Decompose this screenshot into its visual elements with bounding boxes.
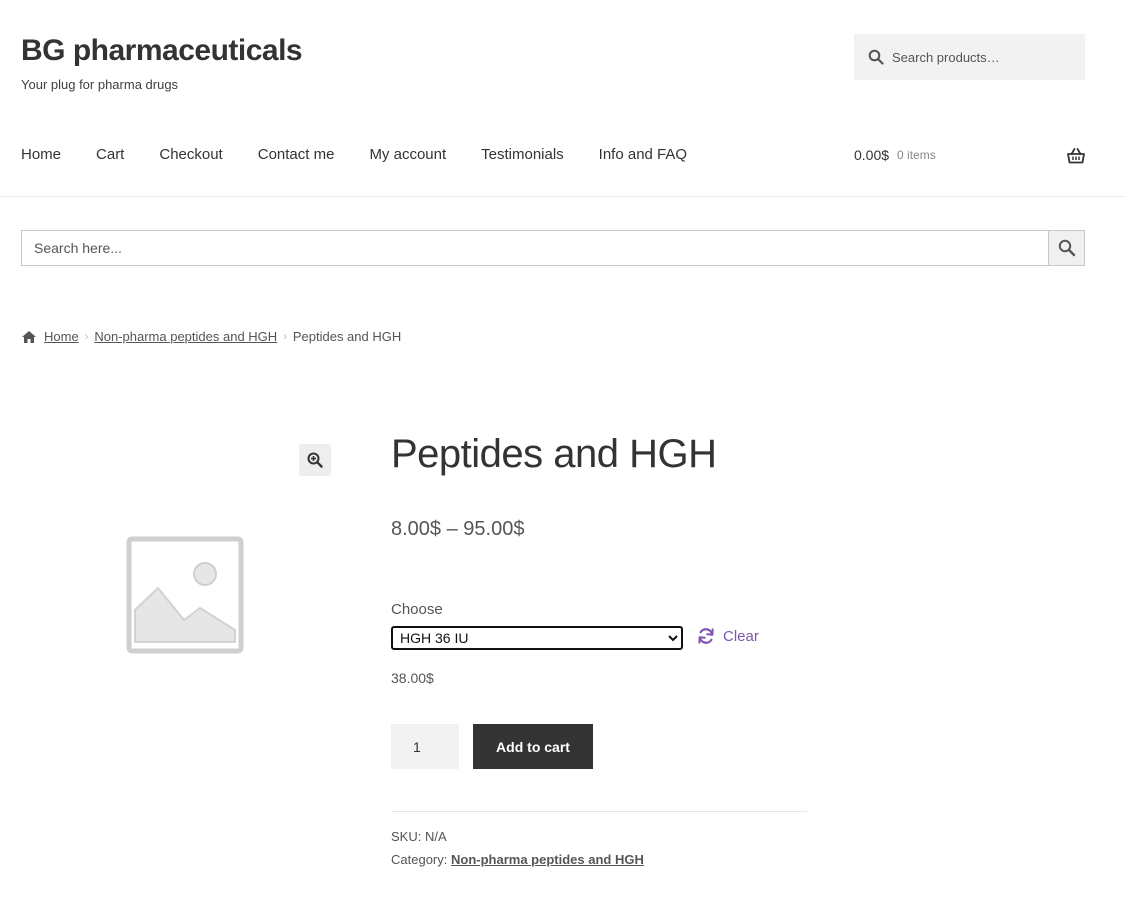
cart-summary[interactable]: 0.00$ 0 items [854, 147, 1085, 165]
breadcrumb-current: Peptides and HGH [292, 329, 402, 344]
cart-item-count: 0 items [897, 148, 936, 162]
site-search-button[interactable] [1048, 231, 1084, 265]
nav-item-contact[interactable]: Contact me [258, 146, 335, 163]
header-search-input[interactable] [892, 49, 1072, 65]
product-sku: SKU: N/A [391, 829, 447, 844]
add-to-cart-button[interactable]: Add to cart [473, 724, 593, 769]
chevron-right-icon: › [84, 330, 89, 343]
variation-label: Choose [391, 601, 443, 618]
image-placeholder-icon [126, 536, 244, 654]
variation-select[interactable]: HGH 36 IU [391, 626, 683, 650]
refresh-icon [697, 627, 715, 645]
site-search-input[interactable] [22, 231, 1048, 265]
nav-item-my-account[interactable]: My account [369, 146, 446, 163]
nav-item-info-faq[interactable]: Info and FAQ [599, 146, 687, 163]
site-search-bar [21, 230, 1085, 266]
search-icon [868, 49, 884, 65]
nav-item-cart[interactable]: Cart [96, 146, 124, 163]
breadcrumb-home[interactable]: Home [44, 329, 79, 344]
variation-price: 38.00$ [391, 670, 434, 686]
breadcrumb: Home › Non-pharma peptides and HGH › Pep… [21, 329, 401, 344]
nav-item-checkout[interactable]: Checkout [159, 146, 222, 163]
search-icon [1058, 239, 1076, 257]
cart-amount: 0.00$ [854, 147, 890, 163]
basket-icon[interactable] [1067, 147, 1085, 165]
product-meta-divider [391, 811, 807, 812]
header-search[interactable] [854, 34, 1085, 80]
category-link[interactable]: Non-pharma peptides and HGH [451, 852, 644, 867]
category-label: Category: [391, 852, 448, 867]
site-title[interactable]: BG pharmaceuticals [21, 34, 303, 68]
breadcrumb-category[interactable]: Non-pharma peptides and HGH [94, 329, 277, 344]
chevron-right-icon: › [283, 330, 287, 343]
clear-variation-link[interactable]: Clear [697, 627, 759, 645]
nav-item-testimonials[interactable]: Testimonials [481, 146, 564, 163]
product-price-range: 8.00$ – 95.00$ [391, 518, 525, 540]
home-icon [21, 330, 37, 344]
product-image-placeholder[interactable] [120, 530, 250, 660]
site-tagline: Your plug for pharma drugs [21, 77, 179, 92]
quantity-input[interactable] [391, 724, 459, 769]
product-category: Category: Non-pharma peptides and HGH [391, 852, 644, 867]
header-divider [0, 196, 1124, 197]
zoom-image-button[interactable] [299, 444, 331, 476]
clear-label: Clear [723, 627, 759, 645]
product-title: Peptides and HGH [391, 432, 717, 476]
nav-item-home[interactable]: Home [21, 146, 61, 163]
primary-nav: Home Cart Checkout Contact me My account… [21, 146, 722, 163]
zoom-in-icon [307, 452, 323, 468]
